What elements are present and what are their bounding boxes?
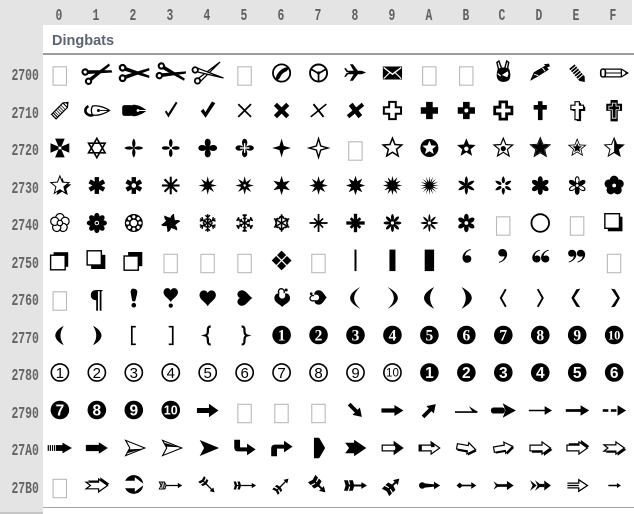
svg-text:3: 3 — [352, 328, 360, 345]
svg-text:¶: ¶ — [90, 285, 103, 314]
svg-text:5: 5 — [204, 365, 212, 382]
svg-text:2: 2 — [315, 328, 323, 345]
svg-text:4: 4 — [167, 365, 175, 382]
svg-text:7: 7 — [499, 328, 507, 345]
svg-text:7: 7 — [56, 403, 65, 420]
svg-text:4: 4 — [389, 328, 397, 345]
svg-text:1: 1 — [56, 365, 64, 382]
svg-text:5: 5 — [426, 328, 434, 345]
svg-text:4: 4 — [536, 365, 545, 382]
svg-text:10: 10 — [608, 329, 621, 343]
svg-text:5: 5 — [573, 365, 582, 382]
svg-text:9: 9 — [351, 365, 359, 382]
svg-text:8: 8 — [93, 403, 102, 420]
svg-text:9: 9 — [129, 403, 138, 420]
svg-text:6: 6 — [610, 365, 619, 382]
svg-text:2: 2 — [93, 365, 101, 382]
svg-text:10: 10 — [386, 368, 399, 380]
svg-text:2: 2 — [462, 365, 471, 382]
svg-text:8: 8 — [314, 365, 322, 382]
svg-text:6: 6 — [462, 328, 470, 345]
svg-text:3: 3 — [499, 365, 508, 382]
svg-text:1: 1 — [278, 328, 286, 345]
svg-text:7: 7 — [277, 365, 285, 382]
svg-text:1: 1 — [425, 365, 434, 382]
svg-text:9: 9 — [573, 328, 581, 345]
svg-text:3: 3 — [130, 365, 138, 382]
svg-text:6: 6 — [240, 365, 248, 382]
svg-text:8: 8 — [536, 328, 544, 345]
svg-text:10: 10 — [164, 404, 178, 418]
